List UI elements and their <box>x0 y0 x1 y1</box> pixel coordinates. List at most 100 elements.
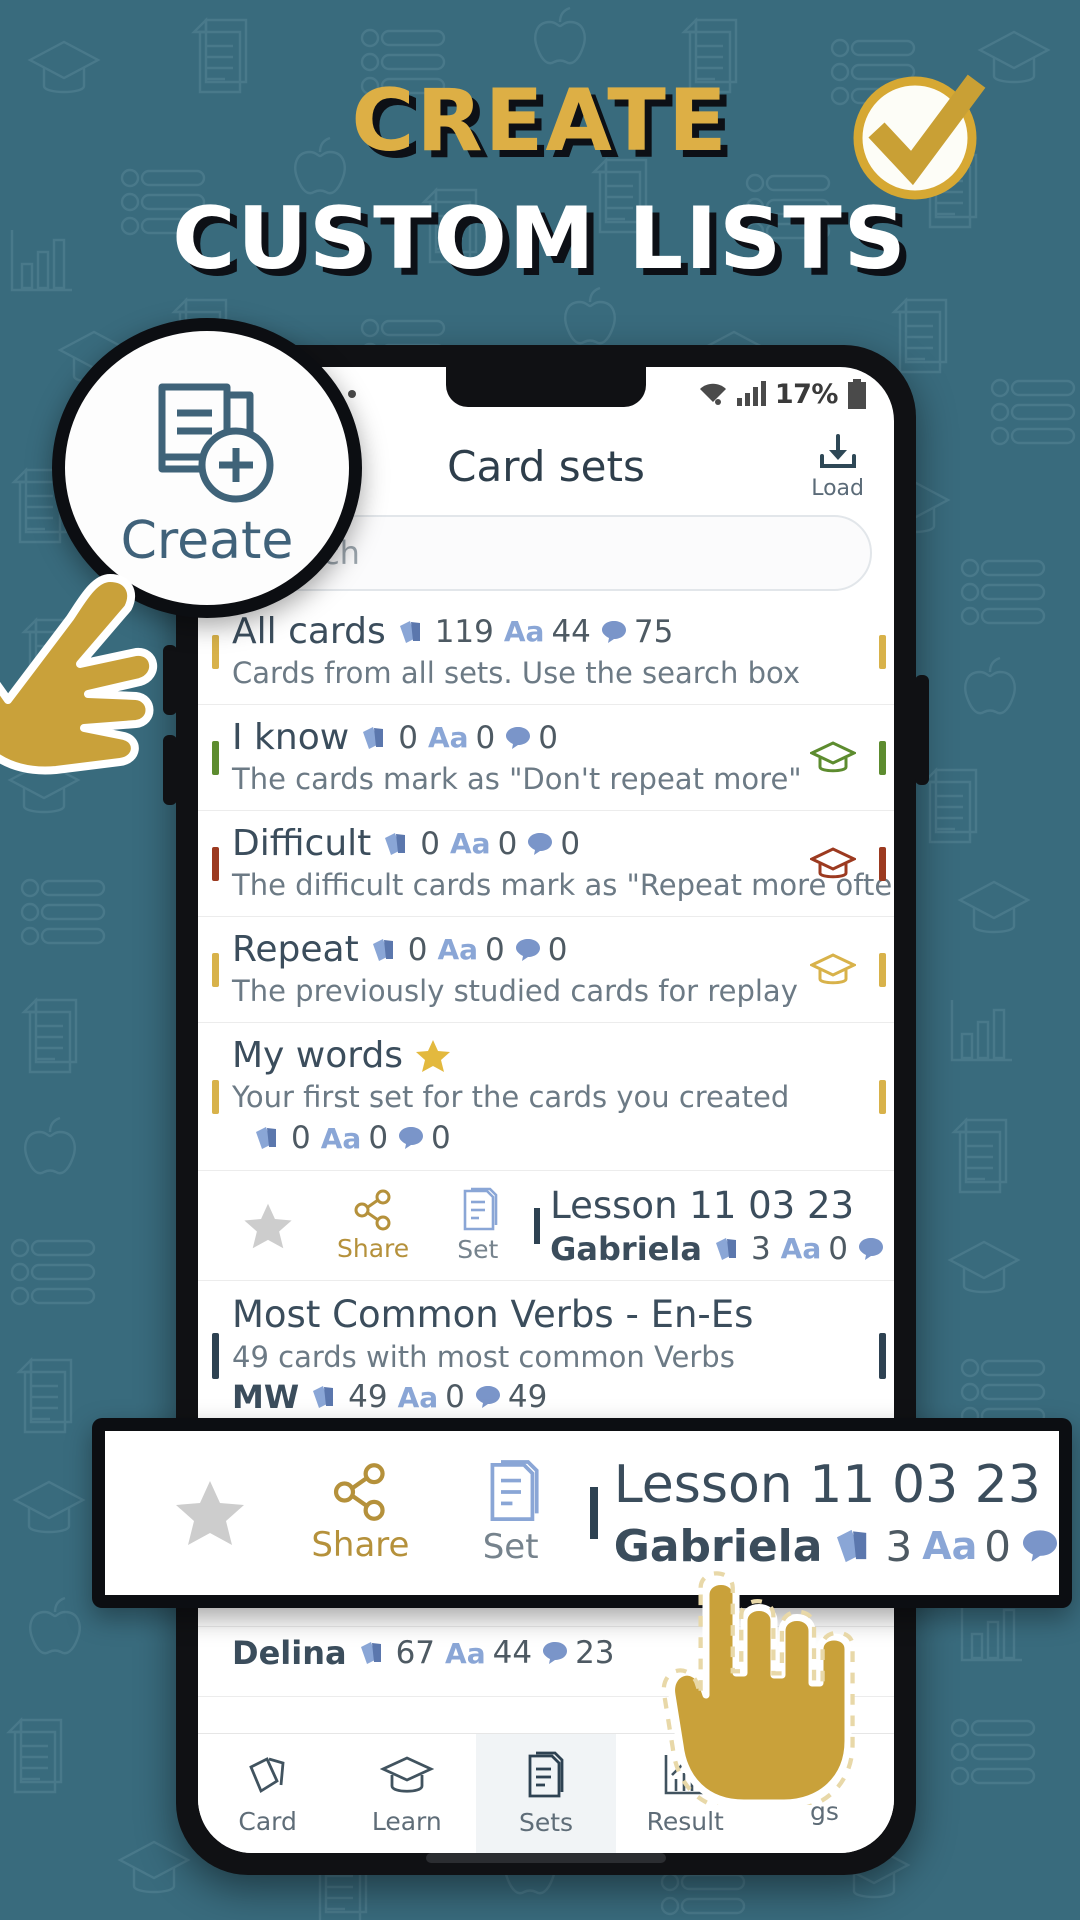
cards-count: 0 <box>291 1120 311 1156</box>
set-row-lesson[interactable]: Share Set Lesson 11 03 23 Gabriela 3 Aa … <box>198 1171 894 1281</box>
battery-percent-label: 17% <box>774 378 839 410</box>
list-item[interactable]: My words Your first set for the cards yo… <box>198 1023 894 1171</box>
cards-count-icon <box>372 938 393 961</box>
cards-count-icon <box>399 620 420 643</box>
set-label: Set <box>457 1235 499 1264</box>
comments-count: 23 <box>575 1635 615 1671</box>
set-title: My words <box>232 1035 404 1076</box>
list-item[interactable]: I know 0 Aa 0 0 The cards mark as "Don't … <box>198 705 894 811</box>
share-icon <box>334 1463 386 1521</box>
aa-count: 44 <box>551 613 591 650</box>
comments-count: 75 <box>633 613 674 650</box>
aa-icon: Aa <box>922 1524 978 1568</box>
comments-icon <box>475 1386 500 1408</box>
cards-count: 3 <box>750 1230 771 1267</box>
sets-document-icon <box>528 1751 564 1798</box>
aa-icon: Aa <box>437 933 479 966</box>
set-title: All cards <box>232 611 386 652</box>
load-label: Load <box>811 475 864 501</box>
cards-icon <box>248 1757 285 1794</box>
set-title: Most Common Verbs - En-Es <box>232 1293 754 1336</box>
comments-count: 0 <box>547 931 568 968</box>
cards-count: 119 <box>434 613 494 650</box>
home-indicator <box>426 1853 666 1863</box>
phone-notch <box>446 367 646 407</box>
aa-icon: Aa <box>397 1380 439 1414</box>
share-label: Share <box>337 1234 410 1263</box>
cards-count: 67 <box>395 1635 436 1671</box>
phone-power-button[interactable] <box>915 675 929 785</box>
list-item[interactable]: Most Common Verbs - En-Es 49 cards with … <box>198 1281 894 1431</box>
set-button[interactable]: Set <box>436 1459 586 1567</box>
aa-count: 0 <box>828 1230 848 1267</box>
comments-icon <box>858 1237 883 1260</box>
wifi-icon <box>699 383 726 405</box>
nav-label: Learn <box>371 1807 442 1836</box>
share-label: Share <box>311 1525 410 1565</box>
comments-icon <box>543 1642 568 1664</box>
nav-item-learn[interactable]: Learn <box>337 1734 476 1853</box>
share-button[interactable]: Share <box>321 1188 426 1263</box>
cards-count: 3 <box>885 1521 913 1571</box>
set-label: Set <box>482 1527 539 1567</box>
pointing-hand-left-icon <box>0 574 158 775</box>
cards-count-icon <box>256 1127 276 1149</box>
set-document-icon <box>490 1460 539 1521</box>
create-new-set-icon <box>158 383 274 503</box>
comments-count: 0 <box>538 719 558 756</box>
check-circle-icon <box>853 74 986 200</box>
favorite-button[interactable] <box>135 1479 285 1547</box>
list-item[interactable]: All cards 119 Aa 44 75 Cards from all set… <box>198 599 894 705</box>
graduation-cap-icon <box>810 846 856 878</box>
set-description: The difficult cards mark as "Repeat more… <box>232 868 894 902</box>
cards-count: 0 <box>407 931 428 968</box>
list-item[interactable]: Difficult 0 Aa 0 0 The difficult cards ma… <box>198 811 894 917</box>
set-title: Lesson 11 03 23 <box>613 1454 1041 1515</box>
cards-count: 0 <box>398 719 418 756</box>
cellular-signal-icon <box>736 381 766 406</box>
aa-icon: Aa <box>450 827 491 860</box>
magnified-set-row-callout[interactable]: Share Set Lesson 11 03 23 Gabriela 3 Aa 0 <box>92 1418 1072 1608</box>
load-button[interactable]: Load <box>811 432 864 501</box>
aa-count: 0 <box>445 1379 465 1415</box>
pointing-hand-right-icon <box>661 1571 855 1805</box>
set-accent-bar <box>534 1207 541 1244</box>
set-title: Difficult <box>232 823 372 864</box>
share-button[interactable]: Share <box>285 1461 435 1565</box>
comments-icon <box>601 620 626 643</box>
comments-count: 0 <box>560 825 581 862</box>
set-button[interactable]: Set <box>425 1187 530 1264</box>
graduation-cap-icon <box>810 952 856 984</box>
cards-count-icon <box>715 1237 736 1260</box>
nav-item-sets[interactable]: Sets <box>476 1734 616 1853</box>
aa-count: 0 <box>497 825 518 862</box>
aa-icon: Aa <box>427 721 469 754</box>
aa-count: 0 <box>485 931 505 968</box>
set-description: The cards mark as "Don't repeat more" <box>232 762 802 796</box>
nav-label: Sets <box>518 1808 574 1837</box>
nav-item-card[interactable]: Card <box>198 1734 337 1853</box>
set-description: Your first set for the cards you created <box>232 1080 790 1114</box>
set-author: Gabriela <box>550 1229 702 1268</box>
star-icon <box>416 1039 451 1072</box>
set-author: Delina <box>232 1634 347 1672</box>
favorite-button[interactable] <box>216 1202 321 1250</box>
cards-count-icon <box>385 832 406 855</box>
aa-icon: Aa <box>320 1121 362 1155</box>
aa-count: 0 <box>368 1120 389 1156</box>
cards-count: 49 <box>348 1379 388 1415</box>
comments-count: 0 <box>431 1120 451 1156</box>
aa-count: 0 <box>475 719 496 756</box>
set-accent-bar <box>589 1487 598 1539</box>
comments-icon <box>399 1127 424 1149</box>
aa-icon: Aa <box>780 1232 822 1265</box>
dot-icon <box>348 390 356 398</box>
aa-count: 0 <box>984 1521 1011 1571</box>
comments-icon <box>528 832 553 855</box>
download-icon <box>819 433 856 468</box>
comments-icon <box>1022 1530 1057 1562</box>
comments-count: 49 <box>507 1379 548 1415</box>
star-icon <box>176 1481 245 1545</box>
list-item[interactable]: Repeat 0 Aa 0 0 The previously studied ca… <box>198 917 894 1023</box>
set-description: Cards from all sets. Use the search box <box>232 656 801 690</box>
